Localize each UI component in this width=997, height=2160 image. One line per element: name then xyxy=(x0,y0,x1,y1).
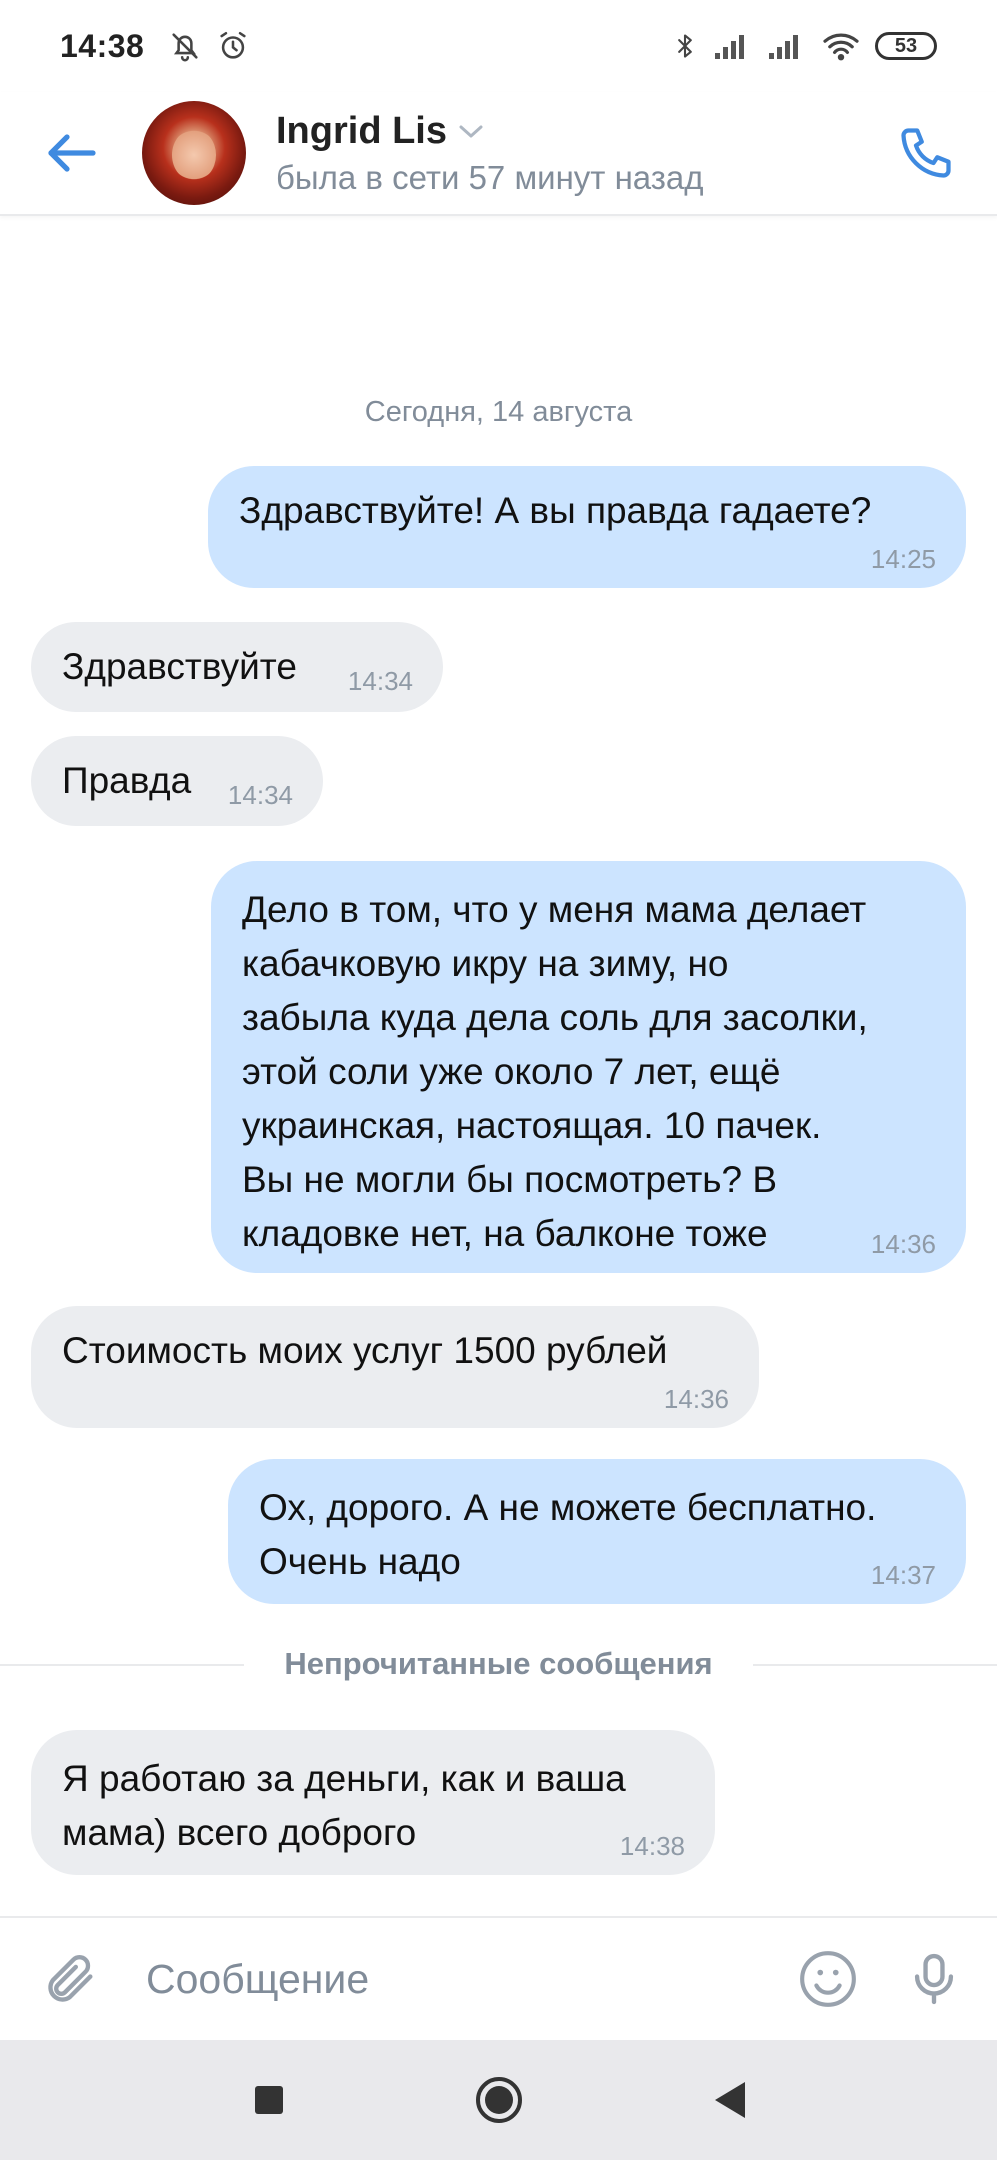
square-recents-icon xyxy=(254,2086,283,2114)
message-outgoing[interactable]: Ох, дорого. А не можете бесплатно. Очень… xyxy=(228,1459,966,1604)
message-text: Я работаю за деньги, как и ваша мама) вс… xyxy=(62,1758,626,1853)
message-time: 14:38 xyxy=(619,1831,685,1861)
smile-icon xyxy=(800,1951,856,2007)
message-time: 14:34 xyxy=(227,780,293,810)
status-time: 14:38 xyxy=(60,27,145,64)
message-text: Здравствуйте! А вы правда гадаете? xyxy=(239,490,872,531)
chat-header: Ingrid Lis была в сети 57 минут назад xyxy=(0,92,997,216)
call-button[interactable] xyxy=(891,118,961,188)
status-system-icons: 53 xyxy=(671,29,937,63)
message-text: Ох, дорого. А не можете бесплатно. Очень… xyxy=(259,1487,877,1582)
message-text: Стоимость моих услуг 1500 рублей xyxy=(62,1330,668,1371)
signal-icon xyxy=(715,35,744,59)
home-button[interactable] xyxy=(464,2065,534,2135)
phone-icon xyxy=(901,128,951,178)
wifi-icon xyxy=(823,33,859,61)
status-notification-icons xyxy=(168,29,250,63)
battery-level: 53 xyxy=(894,34,918,57)
message-composer xyxy=(0,1916,997,2040)
paperclip-icon xyxy=(48,1955,93,2002)
arrow-left-icon xyxy=(48,134,96,172)
microphone-icon xyxy=(914,1953,954,2005)
emoji-button[interactable] xyxy=(793,1944,863,2014)
muted-bell-icon xyxy=(172,33,198,62)
message-outgoing[interactable]: Здравствуйте! А вы правда гадаете? 14:25 xyxy=(208,466,966,588)
message-time: 14:36 xyxy=(663,1384,729,1414)
message-text: Дело в том, что у меня мама делает кабач… xyxy=(242,889,868,1254)
message-incoming[interactable]: Здравствуйте 14:34 xyxy=(31,622,443,712)
alarm-icon xyxy=(220,31,246,59)
battery-icon: 53 xyxy=(875,32,937,60)
back-button[interactable] xyxy=(36,118,106,188)
signal-icon xyxy=(769,35,798,59)
circle-home-icon xyxy=(475,2077,522,2123)
message-time: 14:25 xyxy=(870,544,936,574)
bluetooth-icon xyxy=(678,34,692,58)
contact-name: Ingrid Lis xyxy=(276,109,447,152)
chevron-down-icon xyxy=(459,125,483,138)
recents-button[interactable] xyxy=(234,2065,304,2135)
triangle-back-icon xyxy=(714,2082,745,2118)
message-time: 14:36 xyxy=(870,1229,936,1259)
message-incoming[interactable]: Правда 14:34 xyxy=(31,736,323,826)
voice-message-button[interactable] xyxy=(899,1944,969,2014)
contact-avatar[interactable] xyxy=(142,101,246,205)
message-time: 14:34 xyxy=(347,666,413,696)
date-separator: Сегодня, 14 августа xyxy=(364,396,633,428)
message-incoming[interactable]: Я работаю за деньги, как и ваша мама) вс… xyxy=(31,1730,715,1875)
status-bar: 14:38 53 xyxy=(0,0,997,92)
message-time: 14:37 xyxy=(870,1560,936,1590)
attach-button[interactable] xyxy=(36,1944,106,2014)
unread-messages-label: Непрочитанные сообщения xyxy=(0,1646,997,1682)
back-nav-button[interactable] xyxy=(694,2065,764,2135)
message-input[interactable] xyxy=(146,1955,706,2003)
system-navigation-bar xyxy=(0,2040,997,2160)
contact-info[interactable]: Ingrid Lis была в сети 57 минут назад xyxy=(276,110,704,197)
message-incoming[interactable]: Стоимость моих услуг 1500 рублей 14:36 xyxy=(31,1306,759,1428)
message-outgoing[interactable]: Дело в том, что у меня мама делает кабач… xyxy=(211,861,966,1273)
contact-last-seen: была в сети 57 минут назад xyxy=(276,158,704,196)
